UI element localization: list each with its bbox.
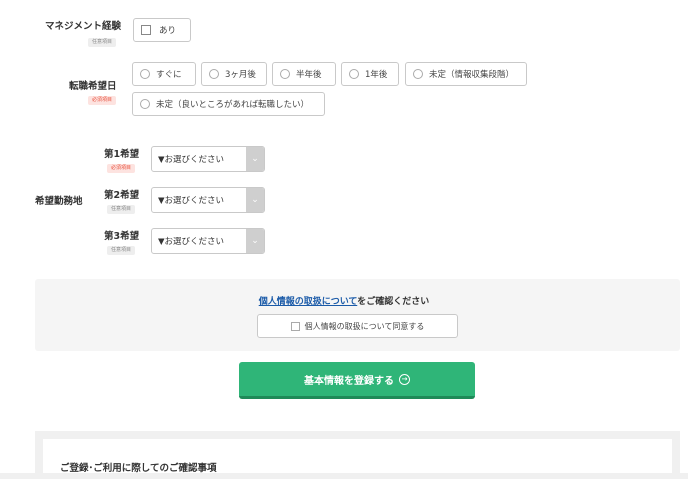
- option-label: 1年後: [365, 70, 388, 80]
- management-option-ari[interactable]: あり: [133, 18, 191, 42]
- location-choice-1-tag: 必須項目: [107, 164, 136, 173]
- select-value: ▼お選びください: [158, 237, 225, 247]
- option-label: 未定（良いところがあれば転職したい）: [156, 100, 310, 110]
- location-choice-1-label: 第1希望: [104, 149, 140, 160]
- transfer-option-undecided-good[interactable]: 未定（良いところがあれば転職したい）: [132, 92, 325, 116]
- location-label: 希望勤務地: [35, 196, 83, 207]
- option-label: 3ヶ月後: [225, 70, 256, 80]
- transfer-date-required-tag: 必須項目: [88, 96, 117, 105]
- transfer-option-undecided-info[interactable]: 未定（情報収集段階）: [405, 62, 527, 86]
- transfer-date-label: 転職希望日: [69, 81, 117, 92]
- notice-title: ご登録･ご利用に際してのご確認事項: [60, 463, 217, 474]
- radio-icon[interactable]: [349, 69, 359, 79]
- submit-label: 基本情報を登録する: [304, 375, 394, 387]
- consent-suffix: をご確認ください: [357, 297, 430, 307]
- radio-icon[interactable]: [140, 99, 150, 109]
- transfer-option-3months[interactable]: 3ヶ月後: [201, 62, 267, 86]
- management-optional-tag: 任意項目: [88, 38, 117, 47]
- location-choice-1-select[interactable]: ▼お選びください ⌄: [151, 146, 265, 172]
- checkbox-icon[interactable]: [290, 321, 300, 331]
- transfer-option-1year[interactable]: 1年後: [341, 62, 399, 86]
- option-label: すぐに: [156, 70, 182, 80]
- checkbox-icon[interactable]: [141, 25, 151, 35]
- location-choice-3-tag: 任意項目: [107, 246, 136, 255]
- option-label: 半年後: [296, 70, 322, 80]
- consent-message: 個人情報の取扱についてをご確認ください: [0, 294, 688, 307]
- management-label: マネジメント経験: [45, 21, 122, 32]
- option-label: 未定（情報収集段階）: [429, 70, 515, 80]
- location-choice-3-label: 第3希望: [104, 231, 140, 242]
- transfer-option-immediately[interactable]: すぐに: [132, 62, 196, 86]
- select-value: ▼お選びください: [158, 196, 225, 206]
- radio-icon[interactable]: [280, 69, 290, 79]
- chevron-down-icon[interactable]: ⌄: [246, 147, 264, 171]
- radio-icon[interactable]: [209, 69, 219, 79]
- radio-icon[interactable]: [413, 69, 423, 79]
- location-choice-2-label: 第2希望: [104, 190, 140, 201]
- privacy-policy-link[interactable]: 個人情報の取扱について: [259, 297, 358, 307]
- register-basic-info-button[interactable]: 基本情報を登録する →: [239, 362, 475, 399]
- bottom-divider: [0, 473, 688, 479]
- option-label: あり: [159, 26, 177, 36]
- transfer-option-half-year[interactable]: 半年後: [272, 62, 336, 86]
- consent-checkbox-option[interactable]: 個人情報の取扱について同意する: [257, 314, 458, 338]
- location-choice-3-select[interactable]: ▼お選びください ⌄: [151, 228, 265, 254]
- chevron-down-icon[interactable]: ⌄: [246, 188, 264, 212]
- select-value: ▼お選びください: [158, 155, 225, 165]
- location-choice-2-select[interactable]: ▼お選びください ⌄: [151, 187, 265, 213]
- radio-icon[interactable]: [140, 69, 150, 79]
- consent-checkbox-label: 個人情報の取扱について同意する: [304, 321, 425, 331]
- chevron-down-icon[interactable]: ⌄: [246, 229, 264, 253]
- arrow-right-circle-icon: →: [399, 373, 410, 385]
- location-choice-2-tag: 任意項目: [107, 205, 136, 214]
